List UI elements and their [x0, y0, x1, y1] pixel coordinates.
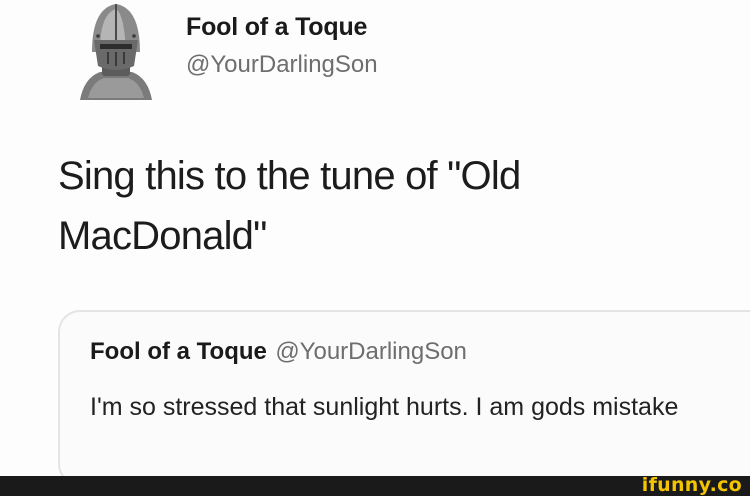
author-name[interactable]: Fool of a Toque [186, 12, 378, 42]
avatar[interactable] [70, 0, 162, 104]
author-handle[interactable]: @YourDarlingSon [186, 48, 378, 82]
tweet-author: Fool of a Toque @YourDarlingSon [186, 12, 378, 82]
quoted-tweet-card[interactable]: Fool of a Toque @YourDarlingSon I'm so s… [58, 310, 750, 486]
quoted-author-handle: @YourDarlingSon [275, 338, 467, 365]
quoted-tweet-text: I'm so stressed that sunlight hurts. I a… [90, 393, 679, 421]
knight-helmet-icon [80, 4, 152, 100]
ifunny-watermark-logo: ifunny.co [641, 474, 742, 496]
quoted-author-name: Fool of a Toque [90, 338, 267, 365]
watermark-bar: ifunny.co [0, 474, 750, 496]
quoted-tweet-header: Fool of a Toque @YourDarlingSon [90, 338, 467, 366]
tweet-text: Sing this to the tune of "Old MacDonald" [58, 154, 521, 258]
tweet-card: Fool of a Toque @YourDarlingSon Sing thi… [0, 0, 750, 486]
